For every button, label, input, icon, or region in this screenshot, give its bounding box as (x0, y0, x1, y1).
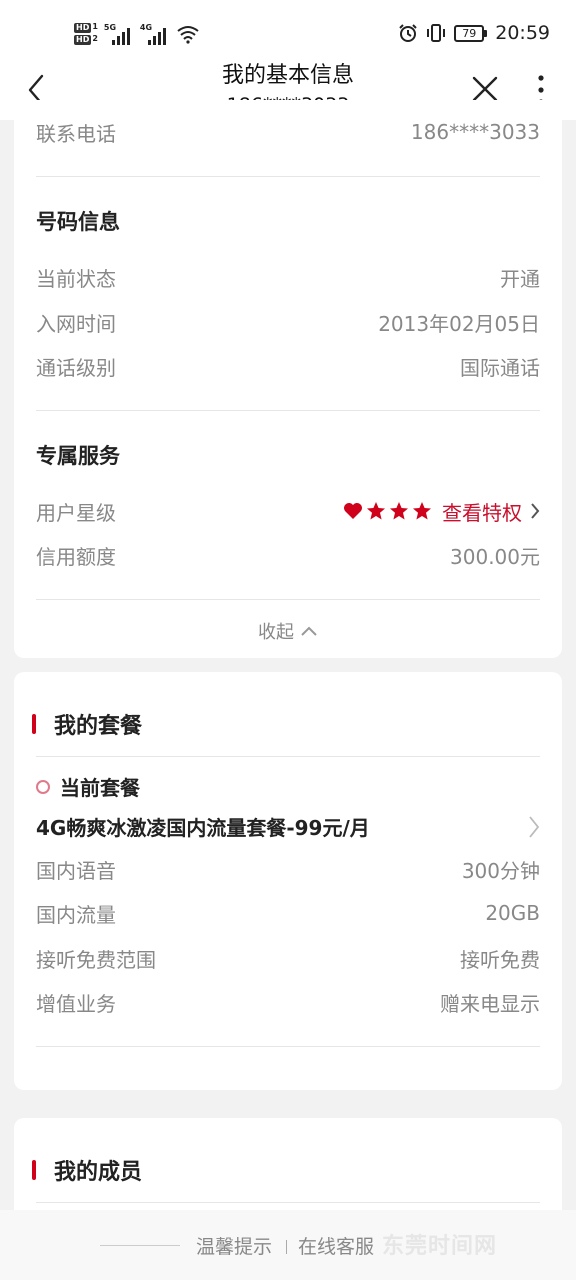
battery-icon: 79 (454, 24, 488, 42)
status-left: HD 1 HD 2 5G 4G (74, 16, 200, 52)
hd-indicators: HD 1 HD 2 (74, 23, 98, 45)
status-value: 开通 (500, 266, 540, 291)
section-marker (32, 1160, 36, 1180)
plan-name-row[interactable]: 4G畅爽冰激凌国内流量套餐-99元/月 (36, 812, 540, 841)
data-value: 20GB (485, 901, 540, 925)
number-info-title: 号码信息 (36, 210, 120, 234)
credit-label: 信用额度 (36, 544, 116, 569)
divider (36, 1046, 540, 1047)
status-right: 79 20:59 (398, 22, 550, 44)
free-answer-row: 接听免费范围 接听免费 (36, 942, 540, 974)
call-level-row: 通话级别 国际通话 (36, 350, 540, 382)
star-icon (413, 502, 431, 520)
value-added-value: 赠来电显示 (440, 991, 540, 1016)
contact-phone-value: 186****3033 (410, 120, 540, 144)
hd2-indicator: HD 2 (74, 34, 98, 45)
plan-name: 4G畅爽冰激凌国内流量套餐-99元/月 (36, 816, 370, 840)
free-answer-value: 接听免费 (460, 947, 540, 972)
credit-value: 300.00元 (450, 544, 540, 569)
my-members-title: 我的成员 (54, 1160, 143, 1185)
collapse-label: 收起 (258, 622, 294, 643)
bottom-bar: 温馨提示 在线客服 东莞时间网 (0, 1210, 576, 1280)
clock: 20:59 (495, 22, 550, 44)
section-marker (32, 714, 36, 734)
wifi-icon (177, 26, 199, 44)
free-answer-label: 接听免费范围 (36, 947, 156, 972)
divider (36, 176, 540, 177)
hd1-indicator: HD 1 (74, 22, 98, 33)
signal-5g-icon: 5G (104, 23, 134, 45)
alarm-icon (399, 24, 417, 42)
star-icon (367, 502, 385, 520)
my-plan-card: 我的套餐 当前套餐 4G畅爽冰激凌国内流量套餐-99元/月 国内语音 300分钟… (14, 672, 562, 1090)
current-plan-header: 当前套餐 (36, 772, 140, 801)
join-date-value: 2013年02月05日 (378, 311, 540, 336)
data-row: 国内流量 20GB (36, 897, 540, 929)
user-star-row[interactable]: 用户星级 查看特权 (36, 495, 540, 527)
status-label: 当前状态 (36, 266, 116, 291)
status-bar: HD 1 HD 2 5G 4G 79 20:59 (0, 0, 576, 62)
star-icon (390, 502, 408, 520)
star-rating (343, 501, 432, 521)
divider (36, 756, 540, 757)
chevron-up-icon (301, 626, 317, 636)
voice-row: 国内语音 300分钟 (36, 853, 540, 885)
join-date-label: 入网时间 (36, 311, 116, 336)
chevron-right-icon (529, 815, 540, 838)
ring-icon (36, 779, 50, 794)
contact-phone-row: 联系电话 186****3033 (36, 116, 540, 148)
divider (100, 1245, 180, 1246)
my-plan-title: 我的套餐 (54, 714, 143, 739)
credit-row: 信用额度 300.00元 (36, 539, 540, 571)
vibrate-icon (427, 24, 446, 42)
value-added-label: 增值业务 (36, 991, 116, 1016)
view-privilege-link[interactable]: 查看特权 (442, 497, 522, 526)
heart-icon (344, 503, 362, 519)
join-date-row: 入网时间 2013年02月05日 (36, 306, 540, 338)
watermark: 东莞时间网 (382, 1234, 498, 1259)
basic-info-card: 联系电话 186****3033 号码信息 当前状态 开通 入网时间 2013年… (14, 100, 562, 658)
warm-tips-link[interactable]: 温馨提示 (196, 1232, 272, 1259)
status-row: 当前状态 开通 (36, 261, 540, 293)
collapse-button[interactable]: 收起 (14, 618, 562, 644)
separator (286, 1240, 287, 1254)
contact-phone-label: 联系电话 (36, 121, 116, 146)
divider (36, 599, 540, 600)
user-star-right[interactable]: 查看特权 (343, 497, 540, 526)
data-label: 国内流量 (36, 902, 116, 927)
current-plan-label: 当前套餐 (60, 776, 140, 800)
call-level-value: 国际通话 (460, 355, 540, 380)
voice-value: 300分钟 (461, 858, 540, 883)
divider (36, 1202, 540, 1203)
user-star-label: 用户星级 (36, 500, 116, 525)
chevron-right-icon (531, 503, 540, 519)
online-service-link[interactable]: 在线客服 (298, 1232, 374, 1259)
value-added-row: 增值业务 赠来电显示 (36, 986, 540, 1018)
divider (36, 410, 540, 411)
signal-4g-icon: 4G (140, 23, 170, 45)
exclusive-service-title: 专属服务 (36, 444, 120, 468)
voice-label: 国内语音 (36, 858, 116, 883)
call-level-label: 通话级别 (36, 355, 116, 380)
